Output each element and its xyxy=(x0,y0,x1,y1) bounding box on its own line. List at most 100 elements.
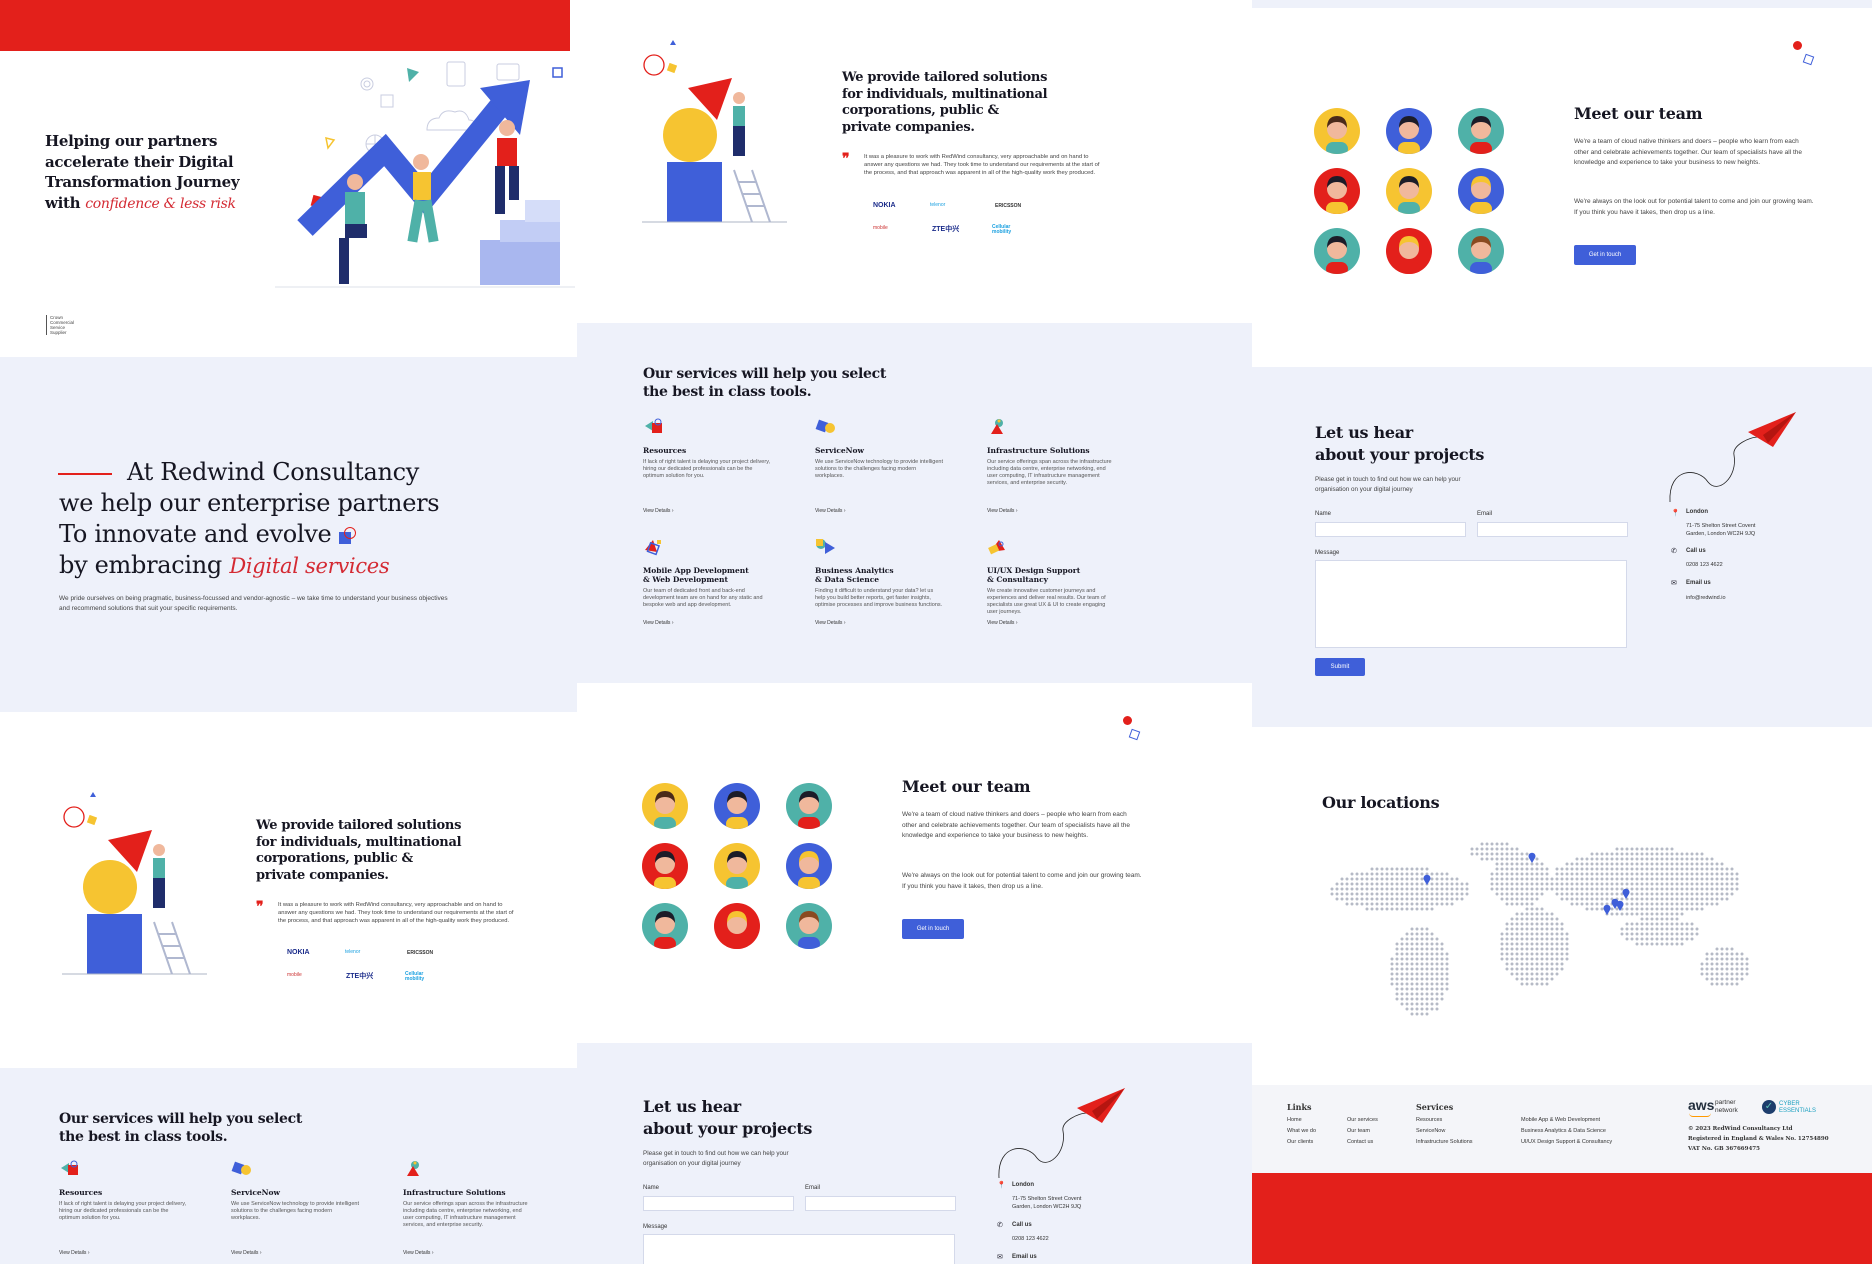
map-dot xyxy=(1375,867,1379,871)
map-dot xyxy=(1525,887,1529,891)
map-dot xyxy=(1535,952,1539,956)
map-dot xyxy=(1675,912,1679,916)
map-dot xyxy=(1495,847,1499,851)
map-dot xyxy=(1410,892,1414,896)
footer-link[interactable]: Infrastructure Solutions xyxy=(1416,1139,1473,1145)
map-dot xyxy=(1550,877,1554,881)
map-dot xyxy=(1530,957,1534,961)
map-dot xyxy=(1705,957,1709,961)
name-input[interactable] xyxy=(1315,522,1466,537)
map-dot xyxy=(1650,887,1654,891)
view-details-link[interactable]: View Details › xyxy=(987,620,1017,626)
footer-link[interactable]: Mobile App & Web Development xyxy=(1521,1117,1600,1123)
map-dot xyxy=(1530,947,1534,951)
map-dot xyxy=(1420,887,1424,891)
view-details-link[interactable]: View Details › xyxy=(643,508,673,514)
footer-link[interactable]: Contact us xyxy=(1347,1139,1373,1145)
map-dot xyxy=(1390,977,1394,981)
map-dot xyxy=(1680,852,1684,856)
map-dot xyxy=(1395,872,1399,876)
map-dot xyxy=(1630,877,1634,881)
map-dot xyxy=(1535,937,1539,941)
map-dot xyxy=(1385,872,1389,876)
map-dot xyxy=(1520,942,1524,946)
map-dot xyxy=(1595,892,1599,896)
map-dot xyxy=(1665,897,1669,901)
get-in-touch-button[interactable]: Get in touch xyxy=(1574,245,1636,265)
view-details-link[interactable]: View Details › xyxy=(59,1250,89,1256)
view-details-link[interactable]: View Details › xyxy=(643,620,673,626)
footer-link[interactable]: Our team xyxy=(1347,1128,1370,1134)
map-pin-icon[interactable] xyxy=(1528,852,1536,863)
map-dot xyxy=(1730,972,1734,976)
map-dot xyxy=(1365,902,1369,906)
footer-link[interactable]: Our services xyxy=(1347,1117,1378,1123)
map-dot xyxy=(1670,857,1674,861)
email-input[interactable] xyxy=(805,1196,956,1211)
deco-square xyxy=(1802,53,1815,66)
map-dot xyxy=(1665,932,1669,936)
get-in-touch-button[interactable]: Get in touch xyxy=(902,919,964,939)
footer-link[interactable]: Resources xyxy=(1416,1117,1442,1123)
map-dot xyxy=(1595,902,1599,906)
map-dot xyxy=(1405,932,1409,936)
email-input[interactable] xyxy=(1477,522,1628,537)
map-dot xyxy=(1680,937,1684,941)
map-dot xyxy=(1390,967,1394,971)
map-dot xyxy=(1645,932,1649,936)
map-dot xyxy=(1720,982,1724,986)
map-dot xyxy=(1735,877,1739,881)
map-dot xyxy=(1430,907,1434,911)
map-dot xyxy=(1720,872,1724,876)
map-dot xyxy=(1545,927,1549,931)
map-dot xyxy=(1525,977,1529,981)
view-details-link[interactable]: View Details › xyxy=(231,1250,261,1256)
map-dot xyxy=(1435,892,1439,896)
map-dot xyxy=(1505,922,1509,926)
map-dot xyxy=(1595,857,1599,861)
map-dot xyxy=(1705,972,1709,976)
map-dot xyxy=(1540,972,1544,976)
map-dot xyxy=(1610,877,1614,881)
map-dot xyxy=(1525,872,1529,876)
map-dot xyxy=(1570,892,1574,896)
message-textarea[interactable] xyxy=(643,1234,955,1264)
map-dot xyxy=(1670,927,1674,931)
map-dot xyxy=(1720,957,1724,961)
view-details-link[interactable]: View Details › xyxy=(403,1250,433,1256)
map-dot xyxy=(1525,912,1529,916)
map-pin-icon[interactable] xyxy=(1603,904,1611,915)
footer-link[interactable]: What we do xyxy=(1287,1128,1316,1134)
map-dot xyxy=(1665,937,1669,941)
footer-link[interactable]: Our clients xyxy=(1287,1139,1313,1145)
submit-button[interactable]: Submit xyxy=(1315,658,1365,676)
map-dot xyxy=(1660,892,1664,896)
map-pin-icon[interactable] xyxy=(1423,874,1431,885)
map-dot xyxy=(1505,937,1509,941)
map-dot xyxy=(1650,857,1654,861)
footer-link[interactable]: UI/UX Design Support & Consultancy xyxy=(1521,1139,1612,1145)
map-dot xyxy=(1400,972,1404,976)
name-input[interactable] xyxy=(643,1196,794,1211)
message-textarea[interactable] xyxy=(1315,560,1627,648)
paper-plane-icon xyxy=(1669,412,1796,503)
map-dot xyxy=(1580,872,1584,876)
map-dot xyxy=(1675,907,1679,911)
view-details-link[interactable]: View Details › xyxy=(815,620,845,626)
contact-email-link[interactable]: info@redwind.io xyxy=(1686,595,1726,601)
map-dot xyxy=(1705,872,1709,876)
map-dot xyxy=(1735,957,1739,961)
map-dot xyxy=(1530,972,1534,976)
view-details-link[interactable]: View Details › xyxy=(815,508,845,514)
map-pin-icon[interactable] xyxy=(1622,888,1630,899)
map-dot xyxy=(1690,852,1694,856)
map-dot xyxy=(1425,997,1429,1001)
view-details-link[interactable]: View Details › xyxy=(987,508,1017,514)
footer-link[interactable]: Home xyxy=(1287,1117,1302,1123)
footer-link[interactable]: Business Analytics & Data Science xyxy=(1521,1128,1606,1134)
map-dot xyxy=(1670,942,1674,946)
map-dot xyxy=(1500,952,1504,956)
footer-link[interactable]: ServiceNow xyxy=(1416,1128,1445,1134)
map-dot xyxy=(1445,952,1449,956)
map-dot xyxy=(1535,942,1539,946)
